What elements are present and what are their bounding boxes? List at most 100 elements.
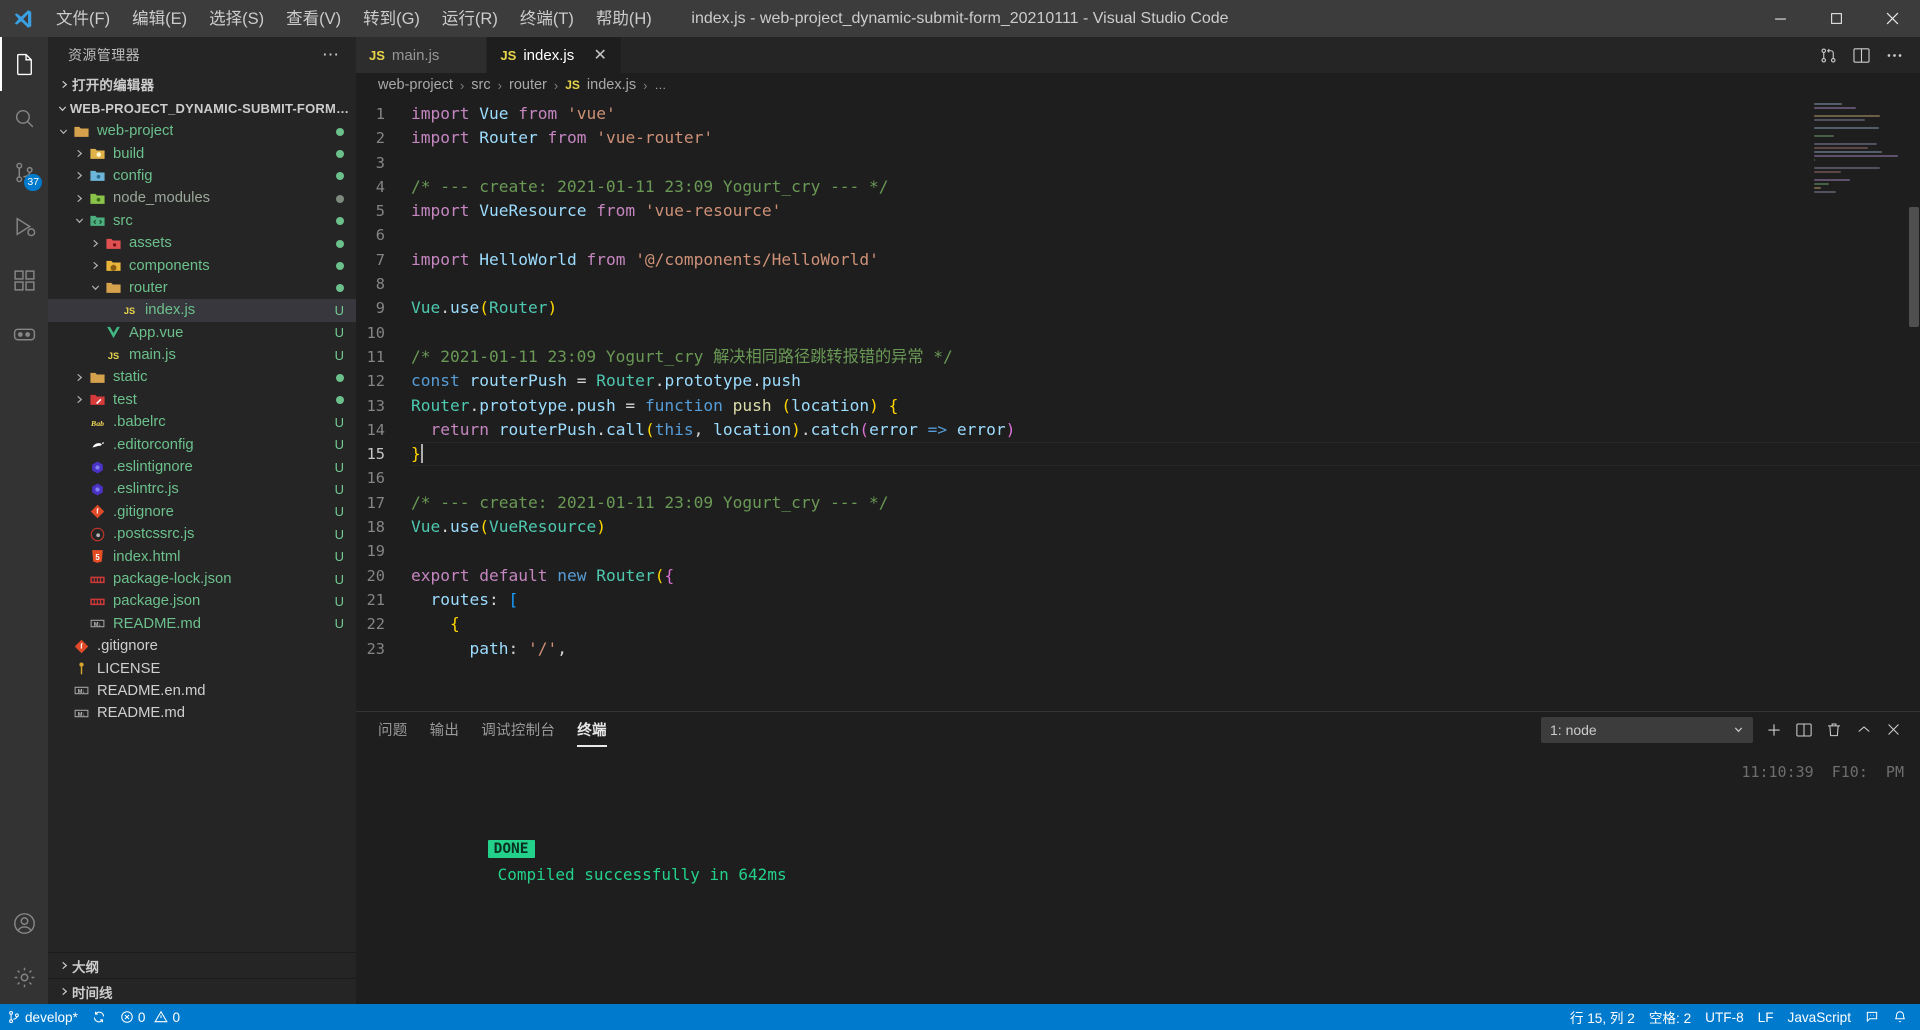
tree-file-readme-md[interactable]: M↓ README.md <box>48 702 356 724</box>
menu-terminal[interactable]: 终端(T) <box>510 5 584 33</box>
tree-file-babelrc[interactable]: Bab .babelrc U <box>48 411 356 433</box>
section-project-root[interactable]: WEB-PROJECT_DYNAMIC-SUBMIT-FORM_20210111 <box>48 96 356 120</box>
tab-terminal[interactable]: 终端 <box>577 713 607 747</box>
code-line[interactable]: 4 /* --- create: 2021-01-11 23:09 Yogurt_… <box>356 175 1920 199</box>
tree-folder-build[interactable]: build <box>48 142 356 164</box>
tree-folder-src[interactable]: src <box>48 210 356 232</box>
activity-manage-settings[interactable] <box>0 950 48 1004</box>
code-line[interactable]: 19 <box>356 539 1920 563</box>
activity-explorer[interactable] <box>0 37 48 91</box>
activity-accounts[interactable] <box>0 896 48 950</box>
tree-file-readme-en-md[interactable]: M↓ README.en.md <box>48 680 356 702</box>
code-line[interactable]: 10 <box>356 321 1920 345</box>
split-terminal-icon[interactable] <box>1795 721 1813 739</box>
tree-folder-node-modules[interactable]: node_modules <box>48 187 356 209</box>
close-panel-icon[interactable] <box>1885 721 1902 738</box>
terminal-selector[interactable]: 1: node <box>1541 716 1753 743</box>
activity-source-control[interactable]: 37 <box>0 145 48 199</box>
close-button[interactable] <box>1864 0 1920 37</box>
tab-main-js[interactable]: JS main.js ✕ <box>356 37 488 73</box>
tree-folder-test[interactable]: test <box>48 389 356 411</box>
code-line[interactable]: 22 { <box>356 612 1920 636</box>
code-line[interactable]: 17 /* --- create: 2021-01-11 23:09 Yogurt… <box>356 491 1920 515</box>
activity-run-debug[interactable] <box>0 199 48 253</box>
code-line[interactable]: 16 <box>356 466 1920 490</box>
code-line[interactable]: 6 <box>356 223 1920 247</box>
new-terminal-icon[interactable] <box>1765 721 1783 739</box>
menu-selection[interactable]: 选择(S) <box>199 5 274 33</box>
tree-file-app-vue[interactable]: App.vue U <box>48 322 356 344</box>
activity-search[interactable] <box>0 91 48 145</box>
breadcrumb-index-js[interactable]: index.js <box>587 77 636 93</box>
code-line[interactable]: 13 Router.prototype.push = function push … <box>356 394 1920 418</box>
section-outline[interactable]: 大纲 <box>48 952 356 978</box>
status-problems[interactable]: 0 0 <box>113 1004 187 1030</box>
tree-folder-assets[interactable]: assets <box>48 232 356 254</box>
code-line[interactable]: 3 <box>356 151 1920 175</box>
explorer-more-actions-icon[interactable]: ⋯ <box>322 45 348 65</box>
code-line[interactable]: 7 import HelloWorld from '@/components/He… <box>356 248 1920 272</box>
tree-file-eslintrc-js[interactable]: .eslintrc.js U <box>48 478 356 500</box>
code-line[interactable]: 5 import VueResource from 'vue-resource' <box>356 199 1920 223</box>
code-line[interactable]: 23 path: '/', <box>356 637 1920 661</box>
menu-edit[interactable]: 编辑(E) <box>122 5 197 33</box>
kill-terminal-icon[interactable] <box>1825 721 1843 739</box>
tree-file-package-lock-json[interactable]: package-lock.json U <box>48 568 356 590</box>
breadcrumb-router[interactable]: router <box>509 77 547 93</box>
tree-file-gitignore[interactable]: .gitignore <box>48 635 356 657</box>
code-line[interactable]: 1 import Vue from 'vue' <box>356 102 1920 126</box>
section-open-editors[interactable]: 打开的编辑器 <box>48 72 356 96</box>
tree-folder-static[interactable]: static <box>48 366 356 388</box>
code-line[interactable]: 14 return routerPush.call(this, location… <box>356 418 1920 442</box>
code-line[interactable]: 21 routes: [ <box>356 588 1920 612</box>
menu-go[interactable]: 转到(G) <box>353 5 430 33</box>
menu-run[interactable]: 运行(R) <box>432 5 508 33</box>
minimap[interactable] <box>1814 103 1906 223</box>
open-changes-icon[interactable] <box>1819 46 1838 65</box>
tab-problems[interactable]: 问题 <box>378 713 408 747</box>
tree-file-postcssrc-js[interactable]: .postcssrc.js U <box>48 523 356 545</box>
tab-index-js[interactable]: JS index.js ✕ <box>487 37 623 73</box>
code-editor[interactable]: 1 import Vue from 'vue' 2 import Router fro… <box>356 97 1920 711</box>
tab-debug-console[interactable]: 调试控制台 <box>481 713 555 747</box>
maximize-button[interactable] <box>1808 0 1864 37</box>
tree-folder-config[interactable]: config <box>48 165 356 187</box>
tree-file-eslintignore[interactable]: .eslintignore U <box>48 456 356 478</box>
menu-help[interactable]: 帮助(H) <box>586 5 662 33</box>
tree-folder-web-project[interactable]: web-project <box>48 120 356 142</box>
tree-file-editorconfig[interactable]: .editorconfig U <box>48 433 356 455</box>
tree-file-index-html[interactable]: 5 index.html U <box>48 545 356 567</box>
split-editor-icon[interactable] <box>1852 46 1871 65</box>
code-line[interactable]: 15} <box>356 442 1920 466</box>
code-line[interactable]: 8 <box>356 272 1920 296</box>
editor-scrollbar[interactable] <box>1906 97 1920 711</box>
code-line[interactable]: 9 Vue.use(Router) <box>356 296 1920 320</box>
tree-folder-components[interactable]: components <box>48 254 356 276</box>
more-actions-icon[interactable] <box>1885 46 1904 65</box>
activity-extensions[interactable] <box>0 253 48 307</box>
breadcrumb-src[interactable]: src <box>471 77 490 93</box>
activity-remote-explorer[interactable] <box>0 307 48 361</box>
code-line[interactable]: 12 const routerPush = Router.prototype.pu… <box>356 369 1920 393</box>
section-timeline[interactable]: 时间线 <box>48 978 356 1004</box>
tree-file-index-js[interactable]: JS index.js U <box>48 299 356 322</box>
menu-view[interactable]: 查看(V) <box>276 5 351 33</box>
breadcrumb-web-project[interactable]: web-project <box>378 77 453 93</box>
tree-folder-router[interactable]: router <box>48 277 356 299</box>
tree-file-main-js[interactable]: JS main.js U <box>48 344 356 366</box>
tree-file-readme-md[interactable]: M↓ README.md U <box>48 613 356 635</box>
tree-file-gitignore[interactable]: .gitignore U <box>48 501 356 523</box>
tree-file-package-json[interactable]: package.json U <box>48 590 356 612</box>
tab-output[interactable]: 输出 <box>430 713 460 747</box>
menu-file[interactable]: 文件(F) <box>46 5 120 33</box>
minimize-button[interactable] <box>1752 0 1808 37</box>
code-line[interactable]: 11 /* 2021-01-11 23:09 Yogurt_cry 解决相同路径跳… <box>356 345 1920 369</box>
maximize-panel-icon[interactable] <box>1855 721 1873 739</box>
status-branch[interactable]: develop* <box>0 1004 85 1030</box>
code-line[interactable]: 18 Vue.use(VueResource) <box>356 515 1920 539</box>
tree-file-license[interactable]: LICENSE <box>48 657 356 679</box>
scrollbar-thumb[interactable] <box>1909 207 1919 327</box>
tab-close-icon[interactable]: ✕ <box>591 45 609 65</box>
status-sync[interactable] <box>85 1004 113 1030</box>
code-line[interactable]: 20 export default new Router({ <box>356 564 1920 588</box>
